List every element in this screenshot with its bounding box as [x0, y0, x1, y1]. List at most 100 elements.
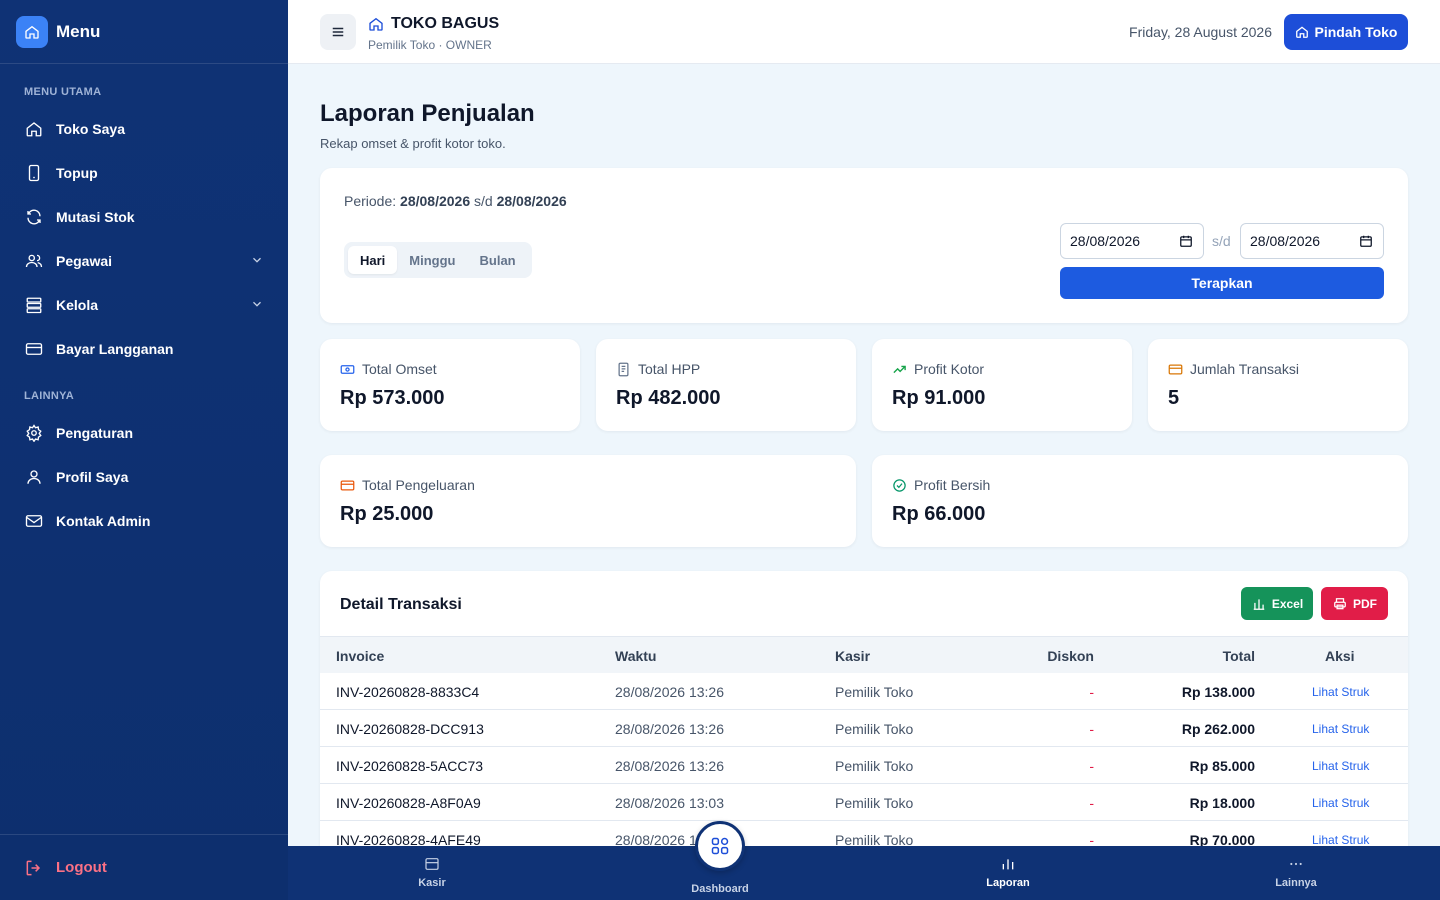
cell-kasir: Pemilik Toko — [835, 721, 914, 737]
table-row: INV-20260828-DCC913 28/08/2026 13:26 Pem… — [320, 710, 1408, 747]
refresh-icon — [24, 207, 44, 227]
database-icon — [24, 295, 44, 315]
sidebar-item-topup[interactable]: Topup — [0, 151, 288, 195]
dashboard-fab-button[interactable] — [695, 821, 745, 871]
menu-toggle-button[interactable] — [320, 14, 356, 50]
cell-total: Rp 85.000 — [1189, 758, 1255, 774]
calendar-icon[interactable] — [1179, 234, 1193, 251]
stat-label-text: Profit Bersih — [914, 477, 991, 493]
sidebar-item-pengaturan[interactable]: Pengaturan — [0, 411, 288, 455]
sidebar-item-label: Toko Saya — [56, 121, 125, 137]
column-header-invoice: Invoice — [336, 648, 385, 664]
cell-time: 28/08/2026 13:03 — [615, 795, 724, 811]
home-icon — [24, 119, 44, 139]
top-header: TOKO BAGUS Pemilik Toko · OWNER Friday, … — [288, 0, 1440, 64]
period-tabs: Hari Minggu Bulan — [344, 242, 532, 278]
trending-up-icon — [892, 362, 907, 377]
tab-hari[interactable]: Hari — [348, 246, 398, 274]
sidebar-item-kontak-admin[interactable]: Kontak Admin — [0, 499, 288, 543]
stat-value: 5 — [1168, 387, 1180, 409]
view-receipt-link[interactable]: Lihat Struk — [1312, 759, 1369, 773]
receipt-icon — [616, 362, 631, 377]
mail-icon — [24, 511, 44, 531]
stat-value: Rp 482.000 — [616, 387, 721, 409]
credit-card-icon — [24, 339, 44, 359]
transactions-card: Detail Transaksi Excel PDF Invoice Waktu… — [320, 571, 1408, 861]
stat-label-text: Profit Kotor — [914, 361, 985, 377]
store-role: Pemilik Toko · OWNER — [368, 38, 492, 52]
sidebar-item-label: Pegawai — [56, 253, 113, 269]
periode-text: Periode: 28/08/2026 s/d 28/08/2026 — [344, 193, 567, 209]
stat-label-text: Total Omset — [362, 361, 437, 377]
sidebar-item-label: Mutasi Stok — [56, 209, 135, 225]
periode-to: 28/08/2026 — [496, 193, 567, 209]
section-main-label: MENU UTAMA — [24, 86, 102, 98]
chevron-down-icon — [250, 253, 264, 270]
nav-label: Laporan — [986, 877, 1030, 889]
users-icon — [24, 251, 44, 271]
stat-label: Total Omset — [340, 361, 437, 377]
stat-label-text: Total Pengeluaran — [362, 477, 475, 493]
cell-time: 28/08/2026 13:26 — [615, 758, 724, 774]
logout-label: Logout — [56, 859, 107, 876]
switch-store-button[interactable]: Pindah Toko — [1284, 14, 1408, 50]
sidebar-item-kelola[interactable]: Kelola — [0, 283, 288, 327]
sidebar: Menu MENU UTAMA Toko Saya Topup Mutasi S… — [0, 0, 288, 900]
hamburger-icon — [331, 25, 345, 39]
export-pdf-button[interactable]: PDF — [1321, 587, 1388, 620]
cell-diskon: - — [1089, 721, 1094, 737]
nav-label: Kasir — [418, 877, 446, 889]
view-receipt-link[interactable]: Lihat Struk — [1312, 685, 1369, 699]
stat-value: Rp 66.000 — [892, 503, 986, 525]
date-from-value: 28/08/2026 — [1070, 233, 1141, 249]
view-receipt-link[interactable]: Lihat Struk — [1312, 796, 1369, 810]
apply-button[interactable]: Terapkan — [1060, 267, 1384, 299]
column-header-diskon: Diskon — [1047, 648, 1094, 664]
home-icon — [16, 15, 48, 48]
sidebar-item-label: Profil Saya — [56, 469, 129, 485]
stat-card-jumlah-transaksi: Jumlah Transaksi 5 — [1148, 339, 1408, 431]
cell-invoice: INV-20260828-5ACC73 — [336, 758, 484, 774]
nav-kasir[interactable]: Kasir — [288, 846, 576, 900]
stat-card-profit-kotor: Profit Kotor Rp 91.000 — [872, 339, 1132, 431]
stat-label: Profit Kotor — [892, 361, 984, 377]
table-row: INV-20260828-5ACC73 28/08/2026 13:26 Pem… — [320, 747, 1408, 784]
sidebar-item-bayar-langganan[interactable]: Bayar Langganan — [0, 327, 288, 371]
stat-label: Jumlah Transaksi — [1168, 361, 1299, 377]
sidebar-item-profil-saya[interactable]: Profil Saya — [0, 455, 288, 499]
sidebar-item-label: Pengaturan — [56, 425, 134, 441]
cashier-icon — [423, 856, 441, 872]
cell-time: 28/08/2026 13:26 — [615, 721, 724, 737]
sidebar-item-pegawai[interactable]: Pegawai — [0, 239, 288, 283]
sidebar-item-mutasi-stok[interactable]: Mutasi Stok — [0, 195, 288, 239]
export-excel-button[interactable]: Excel — [1241, 587, 1313, 620]
view-receipt-link[interactable]: Lihat Struk — [1312, 833, 1369, 847]
periode-from: 28/08/2026 — [400, 193, 471, 209]
sidebar-item-toko-saya[interactable]: Toko Saya — [0, 107, 288, 151]
home-icon — [368, 16, 384, 32]
stat-label: Profit Bersih — [892, 477, 990, 493]
nav-lainnya[interactable]: Lainnya — [1152, 846, 1440, 900]
nav-laporan[interactable]: Laporan — [864, 846, 1152, 900]
stat-card-total-omset: Total Omset Rp 573.000 — [320, 339, 580, 431]
excel-label: Excel — [1271, 596, 1304, 611]
logout-button[interactable]: Logout — [0, 834, 288, 900]
user-icon — [24, 467, 44, 487]
tab-bulan[interactable]: Bulan — [468, 246, 528, 274]
stat-value: Rp 25.000 — [340, 503, 434, 525]
card-icon — [1168, 362, 1183, 377]
date-to-input[interactable]: 28/08/2026 — [1240, 223, 1384, 259]
cell-kasir: Pemilik Toko — [835, 795, 914, 811]
cell-total: Rp 262.000 — [1181, 721, 1255, 737]
cell-invoice: INV-20260828-DCC913 — [336, 721, 484, 737]
store-name: TOKO BAGUS — [368, 15, 499, 33]
calendar-icon[interactable] — [1359, 234, 1373, 251]
table-row: INV-20260828-8833C4 28/08/2026 13:26 Pem… — [320, 673, 1408, 710]
store-name-text: TOKO BAGUS — [391, 15, 500, 32]
page-title: Laporan Penjualan — [320, 100, 535, 127]
tab-minggu[interactable]: Minggu — [397, 246, 467, 274]
date-from-input[interactable]: 28/08/2026 — [1060, 223, 1204, 259]
stat-card-total-hpp: Total HPP Rp 482.000 — [596, 339, 856, 431]
view-receipt-link[interactable]: Lihat Struk — [1312, 722, 1369, 736]
switch-store-label: Pindah Toko — [1314, 24, 1398, 40]
